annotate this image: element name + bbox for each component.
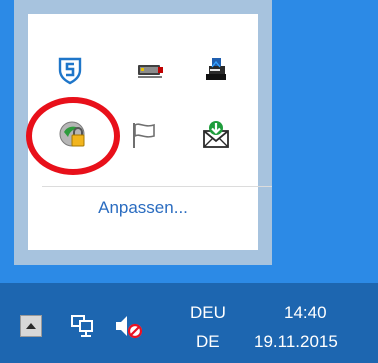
action-center-flag-icon[interactable]: [128, 119, 160, 151]
printer-icon[interactable]: [200, 54, 232, 86]
panel-separator: [42, 186, 272, 187]
clock-date[interactable]: 19.11.2015: [254, 332, 338, 352]
network-adapter-icon[interactable]: [134, 54, 166, 86]
chevron-up-icon: [26, 323, 36, 329]
show-hidden-icons-button[interactable]: [20, 315, 42, 337]
speaker-muted-icon[interactable]: [114, 313, 144, 341]
shield-s-icon[interactable]: [54, 54, 86, 86]
mail-download-icon[interactable]: [200, 119, 232, 151]
vpn-lock-icon[interactable]: [58, 119, 90, 151]
language-indicator-line2[interactable]: DE: [196, 332, 220, 352]
language-indicator-line1[interactable]: DEU: [190, 303, 226, 323]
customize-link[interactable]: Anpassen...: [28, 198, 258, 218]
clock-time[interactable]: 14:40: [284, 303, 327, 323]
network-icon[interactable]: [70, 313, 96, 339]
taskbar: DEU DE 14:40 19.11.2015: [0, 283, 378, 363]
tray-overflow-panel: Anpassen...: [14, 0, 272, 265]
